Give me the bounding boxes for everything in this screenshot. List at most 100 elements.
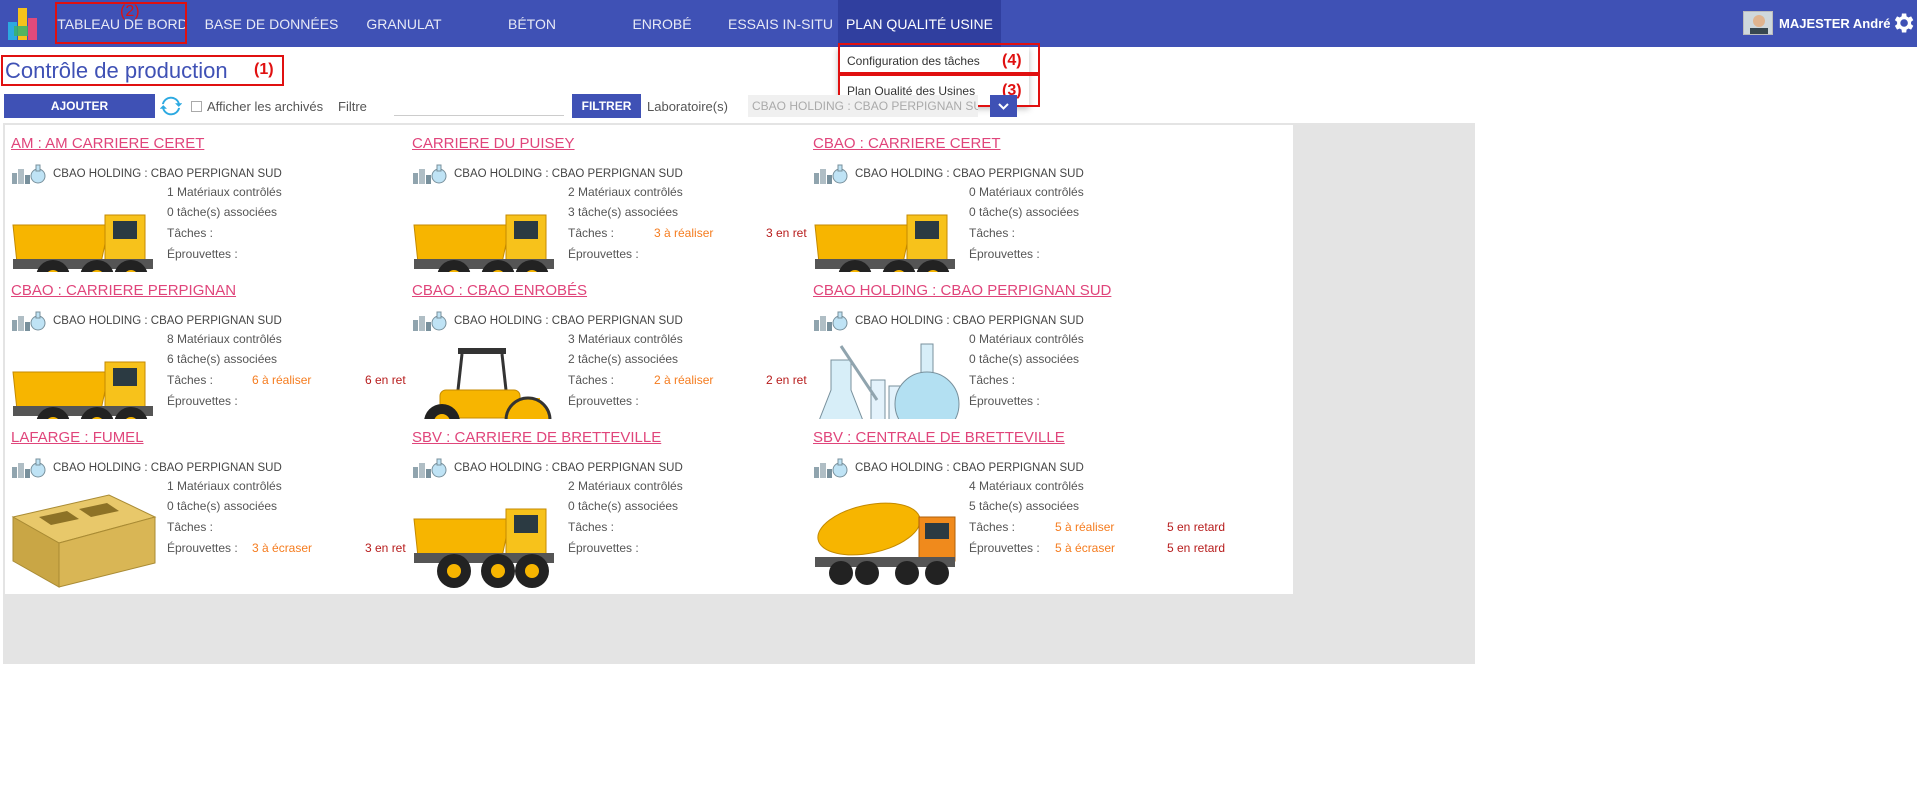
card-title-link[interactable]: CBAO HOLDING : CBAO PERPIGNAN SUD bbox=[813, 282, 1111, 299]
user-name[interactable]: MAJESTER André bbox=[1779, 16, 1890, 31]
card-title-link[interactable]: AM : AM CARRIERE CERET bbox=[11, 135, 204, 152]
card-materials-count: 0 Matériaux contrôlés bbox=[969, 332, 1084, 346]
card-materials-count: 1 Matériaux contrôlés bbox=[167, 185, 282, 199]
card-tasks-label: Tâches : bbox=[167, 520, 214, 534]
laboratory-dropdown-button[interactable] bbox=[990, 95, 1017, 117]
refresh-icon[interactable] bbox=[160, 95, 182, 117]
nav-granulat[interactable]: GRANULAT bbox=[352, 0, 456, 47]
card-tasks-todo: 6 à réaliser bbox=[252, 373, 312, 387]
nav-beton[interactable]: BÉTON bbox=[480, 0, 584, 47]
nav-base-de-donnees[interactable]: BASE DE DONNÉES bbox=[200, 0, 343, 47]
card-tasks-todo: 3 à réaliser bbox=[654, 226, 714, 240]
card-materials-count: 3 Matériaux contrôlés bbox=[568, 332, 683, 346]
lab-building-icon bbox=[12, 311, 46, 331]
card-tasks-label: Tâches : bbox=[969, 520, 1016, 534]
card-eprouvettes-label: Éprouvettes : bbox=[568, 247, 639, 261]
annotation-label-1: (1) bbox=[254, 61, 274, 78]
card-title-link[interactable]: CARRIERE DU PUISEY bbox=[412, 135, 575, 152]
filter-input[interactable] bbox=[394, 96, 564, 116]
card-tasks-associated: 0 tâche(s) associées bbox=[969, 205, 1080, 219]
card-laboratory: CBAO HOLDING : CBAO PERPIGNAN SUD bbox=[454, 168, 683, 180]
card-tasks-label: Tâches : bbox=[167, 226, 214, 240]
chevron-down-icon bbox=[998, 103, 1009, 110]
card-tasks-associated: 0 tâche(s) associées bbox=[969, 352, 1080, 366]
lab-building-icon bbox=[814, 458, 848, 478]
card-laboratory: CBAO HOLDING : CBAO PERPIGNAN SUD bbox=[454, 315, 683, 327]
production-cards-grid: AM : AM CARRIERE CERET CBAO HOLDING : CB… bbox=[3, 123, 1475, 664]
gear-icon[interactable] bbox=[1890, 10, 1916, 36]
lab-building-icon bbox=[413, 311, 447, 331]
card-laboratory: CBAO HOLDING : CBAO PERPIGNAN SUD bbox=[53, 315, 282, 327]
laboratory-select[interactable]: CBAO HOLDING : CBAO PERPIGNAN SUD bbox=[748, 95, 978, 117]
card-tasks-label: Tâches : bbox=[969, 373, 1016, 387]
card-image bbox=[811, 487, 961, 591]
concrete-block-icon bbox=[11, 494, 157, 588]
card-eprouvettes-label: Éprouvettes : bbox=[167, 541, 238, 555]
card-tasks-label: Tâches : bbox=[568, 373, 615, 387]
card-tasks-todo: 5 à réaliser bbox=[1055, 520, 1115, 534]
card-title-link[interactable]: CBAO : CARRIERE PERPIGNAN bbox=[11, 282, 236, 299]
show-archived-checkbox[interactable] bbox=[191, 101, 202, 112]
card-laboratory: CBAO HOLDING : CBAO PERPIGNAN SUD bbox=[53, 462, 282, 474]
card-image bbox=[9, 487, 159, 591]
card-tasks-associated: 5 tâche(s) associées bbox=[969, 499, 1080, 513]
card-laboratory: CBAO HOLDING : CBAO PERPIGNAN SUD bbox=[855, 462, 1084, 474]
card-materials-count: 2 Matériaux contrôlés bbox=[568, 479, 683, 493]
card-title-link[interactable]: SBV : CENTRALE DE BRETTEVILLE bbox=[813, 429, 1065, 446]
lab-building-icon bbox=[814, 311, 848, 331]
card-laboratory: CBAO HOLDING : CBAO PERPIGNAN SUD bbox=[454, 462, 683, 474]
lab-building-icon bbox=[12, 458, 46, 478]
filter-label: Filtre bbox=[338, 99, 367, 114]
card-materials-count: 2 Matériaux contrôlés bbox=[568, 185, 683, 199]
top-navbar: TABLEAU DE BORD BASE DE DONNÉES GRANULAT… bbox=[0, 0, 1917, 47]
card-tasks-associated: 0 tâche(s) associées bbox=[167, 499, 278, 513]
annotation-label-4: (4) bbox=[1002, 52, 1022, 69]
lab-building-icon bbox=[413, 458, 447, 478]
nav-essais-in-situ[interactable]: ESSAIS IN-SITU bbox=[728, 0, 833, 47]
card-laboratory: CBAO HOLDING : CBAO PERPIGNAN SUD bbox=[53, 168, 282, 180]
mixer-truck-icon bbox=[815, 502, 956, 585]
card-eprouvettes-todo: 3 à écraser bbox=[252, 541, 313, 555]
card-eprouvettes-label: Éprouvettes : bbox=[568, 541, 639, 555]
card-eprouvettes-late: 5 en retard bbox=[1167, 541, 1226, 555]
card-materials-count: 8 Matériaux contrôlés bbox=[167, 332, 282, 346]
card-image bbox=[410, 487, 560, 591]
card-eprouvettes-label: Éprouvettes : bbox=[969, 394, 1040, 408]
card-eprouvettes-todo: 5 à écraser bbox=[1055, 541, 1116, 555]
card-eprouvettes-label: Éprouvettes : bbox=[969, 541, 1040, 555]
card-tasks-associated: 0 tâche(s) associées bbox=[568, 499, 679, 513]
card-tasks-associated: 3 tâche(s) associées bbox=[568, 205, 679, 219]
card-tasks-label: Tâches : bbox=[568, 520, 615, 534]
card-materials-count: 4 Matériaux contrôlés bbox=[969, 479, 1084, 493]
card-materials-count: 0 Matériaux contrôlés bbox=[969, 185, 1084, 199]
card-eprouvettes-label: Éprouvettes : bbox=[167, 394, 238, 408]
card-title-link[interactable]: SBV : CARRIERE DE BRETTEVILLE bbox=[412, 429, 661, 446]
card-materials-count: 1 Matériaux contrôlés bbox=[167, 479, 282, 493]
lab-building-icon bbox=[814, 164, 848, 184]
annotation-label-2: (2) bbox=[120, 3, 140, 20]
card-tasks-label: Tâches : bbox=[969, 226, 1016, 240]
card-tasks-late: 5 en retard bbox=[1167, 520, 1226, 534]
card-tasks-associated: 0 tâche(s) associées bbox=[167, 205, 278, 219]
add-button[interactable]: AJOUTER bbox=[4, 94, 155, 118]
user-avatar-icon bbox=[1744, 12, 1772, 34]
card-laboratory: CBAO HOLDING : CBAO PERPIGNAN SUD bbox=[855, 168, 1084, 180]
avatar[interactable] bbox=[1743, 11, 1773, 35]
laboratory-label: Laboratoire(s) bbox=[647, 99, 728, 114]
card-laboratory: CBAO HOLDING : CBAO PERPIGNAN SUD bbox=[855, 315, 1084, 327]
card-eprouvettes-label: Éprouvettes : bbox=[969, 247, 1040, 261]
card-title-link[interactable]: LAFARGE : FUMEL bbox=[11, 429, 144, 446]
app-logo-icon[interactable] bbox=[6, 4, 40, 42]
filter-button[interactable]: FILTRER bbox=[572, 94, 641, 118]
card-tasks-associated: 6 tâche(s) associées bbox=[167, 352, 278, 366]
nav-enrobe[interactable]: ENROBÉ bbox=[610, 0, 714, 47]
card-tasks-label: Tâches : bbox=[167, 373, 214, 387]
card-tasks-todo: 2 à réaliser bbox=[654, 373, 714, 387]
card-eprouvettes-label: Éprouvettes : bbox=[167, 247, 238, 261]
card-title-link[interactable]: CBAO : CARRIERE CERET bbox=[813, 135, 1001, 152]
card-tasks-label: Tâches : bbox=[568, 226, 615, 240]
nav-plan-qualite-usine[interactable]: PLAN QUALITÉ USINE bbox=[838, 0, 1001, 47]
card-title-link[interactable]: CBAO : CBAO ENROBÉS bbox=[412, 282, 587, 299]
lab-building-icon bbox=[12, 164, 46, 184]
dump-truck-icon bbox=[413, 508, 554, 588]
